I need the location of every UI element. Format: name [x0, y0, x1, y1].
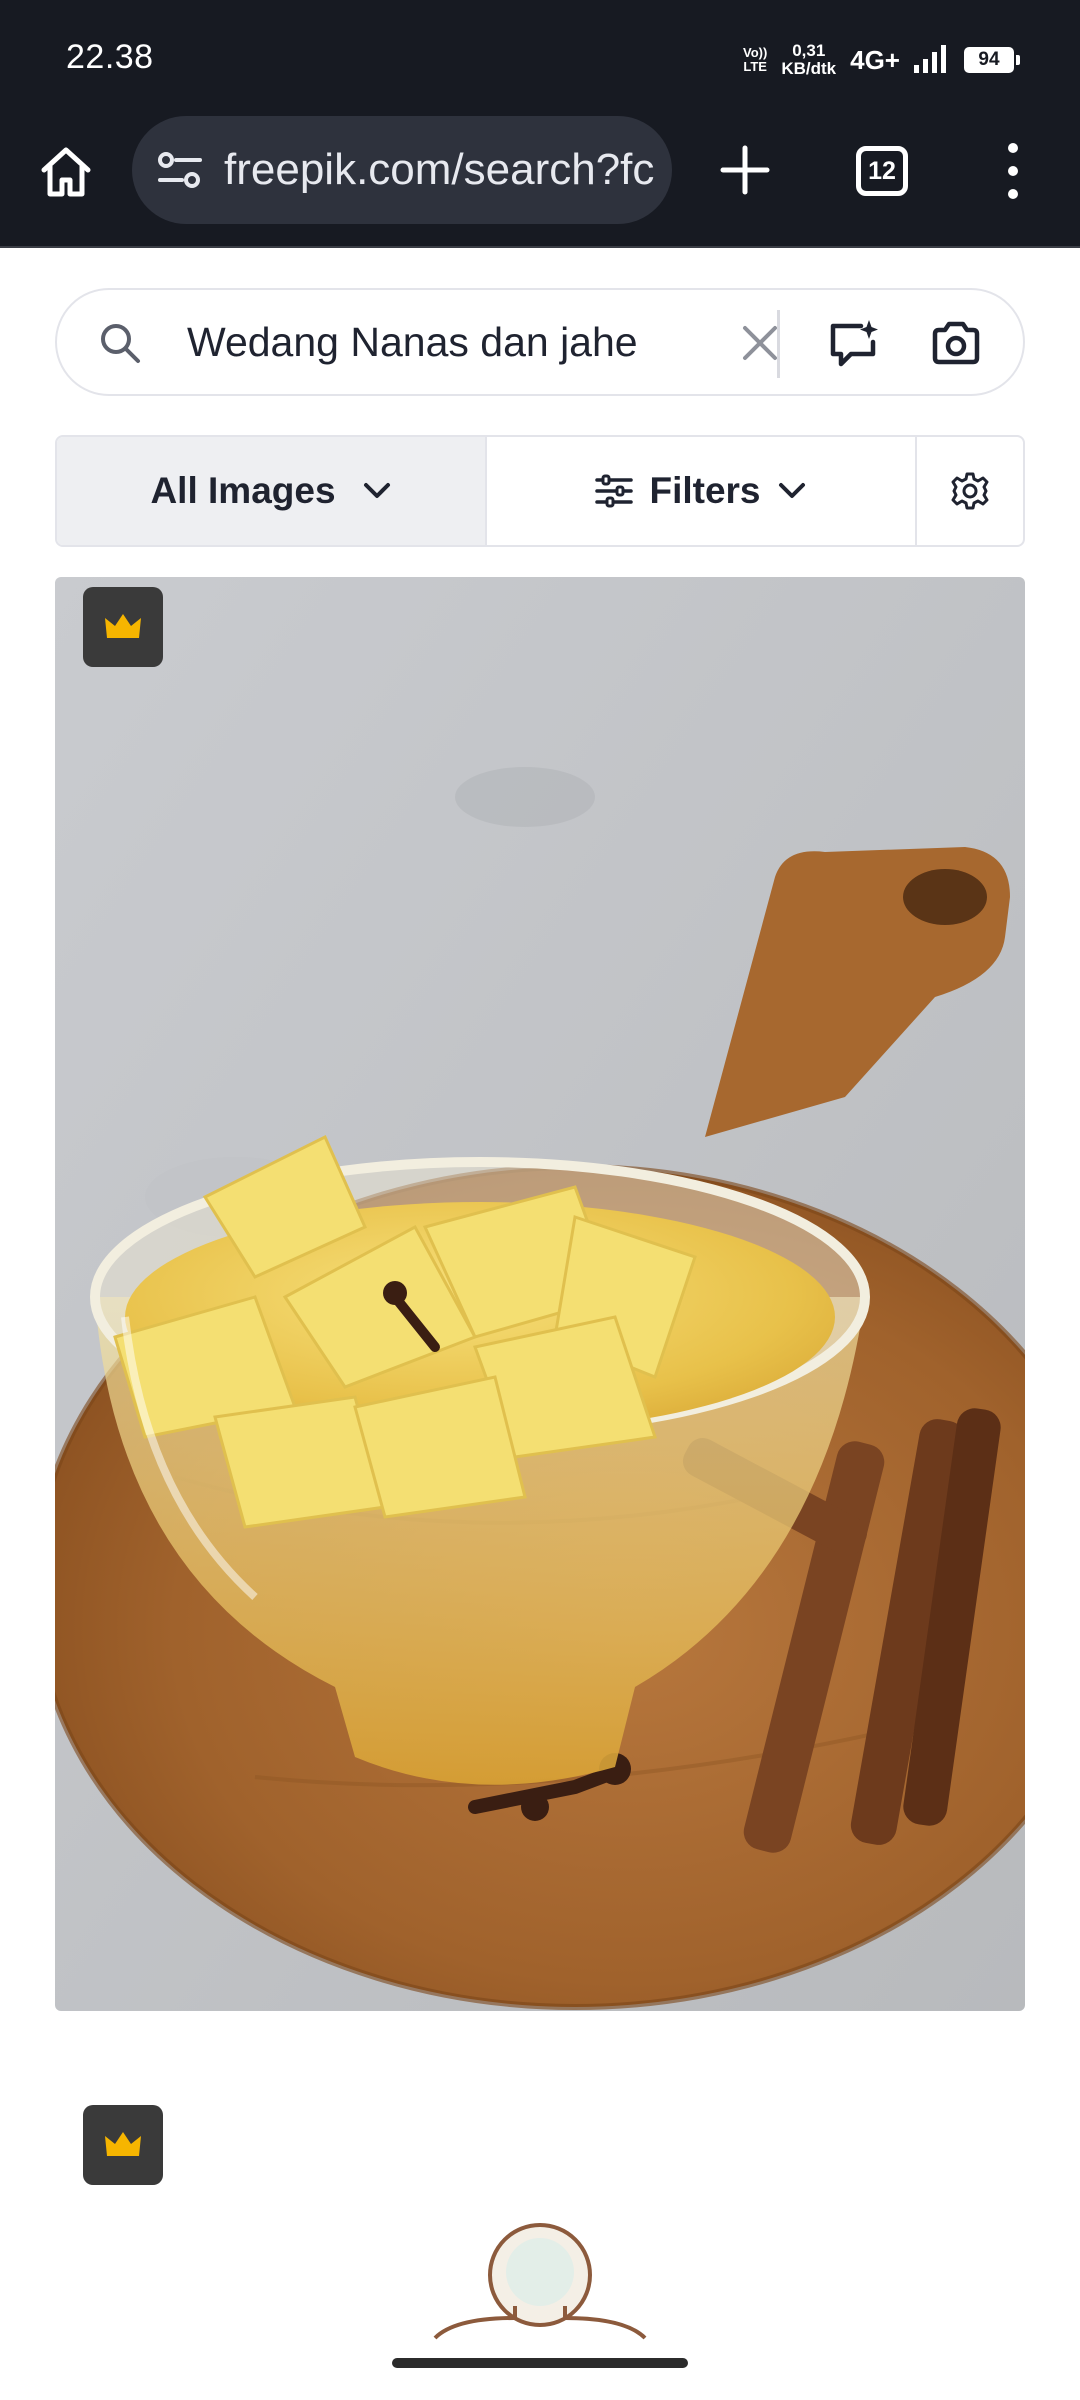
gear-icon — [951, 472, 989, 510]
volte-top: Vo)) — [743, 45, 768, 60]
premium-badge — [83, 587, 163, 667]
chevron-down-icon — [778, 483, 805, 498]
url-text[interactable]: freepik.com/search?fc — [224, 145, 654, 195]
crown-icon — [105, 2132, 141, 2156]
search-bar — [55, 288, 1025, 396]
search-input[interactable] — [187, 310, 715, 374]
new-tab-icon[interactable] — [715, 140, 775, 200]
premium-badge — [83, 2105, 163, 2185]
site-settings-icon[interactable] — [154, 144, 206, 196]
battery-level: 94 — [978, 49, 1000, 70]
network-speed: 0,31 KB/dtk — [781, 42, 836, 78]
camera-search-icon[interactable] — [929, 316, 983, 370]
ai-search-icon[interactable] — [827, 316, 881, 370]
more-menu-icon[interactable] — [998, 138, 1028, 204]
battery-indicator: 94 — [964, 47, 1020, 73]
crown-icon — [105, 614, 141, 638]
tab-count: 12 — [868, 156, 896, 185]
pineapple-drink-photo[interactable] — [55, 577, 1025, 2011]
signal-icon — [914, 45, 946, 73]
status-time: 22.38 — [66, 38, 154, 76]
tab-switcher-button[interactable]: 12 — [856, 146, 908, 196]
gesture-navigation-bar[interactable] — [392, 2358, 688, 2368]
search-settings-button[interactable] — [917, 437, 1023, 545]
status-indicators: Vo)) LTE 0,31 KB/dtk 4G+ 94 — [743, 40, 1020, 80]
chevron-down-icon — [363, 483, 390, 498]
home-icon[interactable] — [36, 142, 96, 202]
network-speed-value: 0,31 — [792, 41, 826, 60]
search-divider — [777, 310, 780, 378]
browser-toolbar: freepik.com/search?fc 12 — [0, 116, 1080, 248]
volte-indicator: Vo)) LTE — [743, 46, 767, 74]
network-type: 4G+ — [850, 44, 900, 75]
filters-dropdown[interactable]: Filters — [487, 437, 917, 545]
asset-type-label: All Images — [150, 470, 336, 511]
sliders-icon — [595, 474, 634, 508]
illustration-thumbnail[interactable] — [415, 2220, 665, 2340]
filter-bar: All Images Filters — [55, 435, 1025, 547]
network-speed-unit: KB/dtk — [781, 59, 837, 78]
search-result-image[interactable] — [55, 577, 1025, 2011]
filters-label: Filters — [649, 470, 761, 511]
search-icon[interactable] — [97, 320, 143, 366]
status-bar: 22.38 Vo)) LTE 0,31 KB/dtk 4G+ 94 — [0, 0, 1080, 116]
address-bar[interactable]: freepik.com/search?fc — [132, 116, 672, 224]
asset-type-dropdown[interactable]: All Images — [57, 437, 487, 545]
volte-bottom: LTE — [743, 59, 767, 74]
search-result-image[interactable] — [55, 2080, 1025, 2340]
